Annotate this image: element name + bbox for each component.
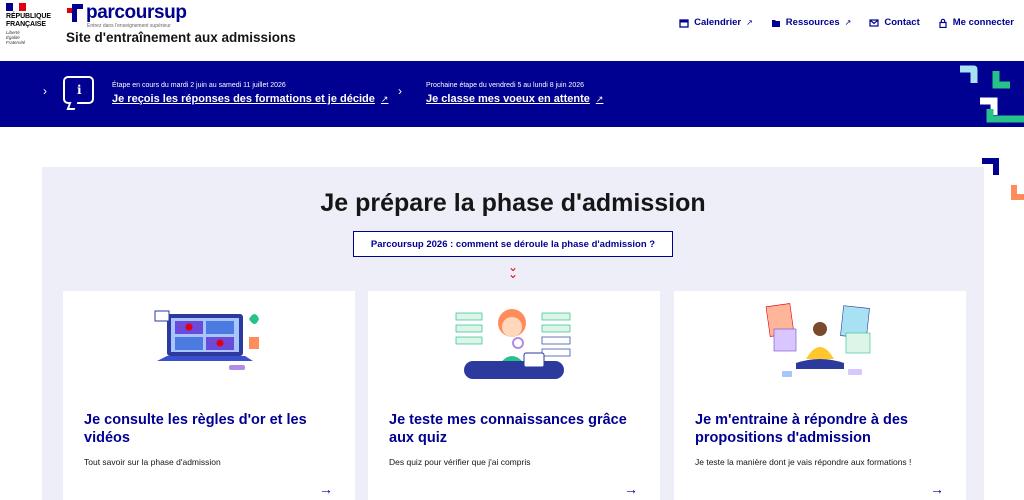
- mail-icon: [869, 18, 879, 28]
- page-title: Je prépare la phase d'admission: [320, 189, 706, 217]
- next-step-caption: Prochaine étape du vendredi 5 au lundi 8…: [426, 82, 585, 89]
- external-link-icon: ↗: [380, 94, 389, 104]
- folder-icon: [771, 18, 781, 28]
- card-title: Je m'entraine à répondre à des propositi…: [695, 412, 908, 446]
- nav-contact-label: Contact: [884, 17, 920, 28]
- card-description: Je teste la manière dont je vais répondr…: [695, 457, 912, 467]
- parcoursup-logo[interactable]: parcoursup Entrez dans l'enseignement su…: [66, 2, 187, 29]
- card-title: Je teste mes connaissances grâce aux qui…: [389, 412, 627, 446]
- calendar-icon: [679, 18, 689, 28]
- info-icon-tail: [66, 102, 78, 110]
- parcoursup-mark-icon: [67, 4, 83, 22]
- side-decoration: [982, 158, 1024, 200]
- nav-ressources-link[interactable]: Ressources ↗: [771, 17, 852, 28]
- gov-motto: Liberté Égalité Fraternité: [6, 30, 26, 45]
- banner-decoration: [960, 65, 1024, 123]
- next-step: Prochaine étape du vendredi 5 au lundi 8…: [426, 81, 603, 106]
- card-description: Tout savoir sur la phase d'admission: [84, 457, 221, 467]
- external-link-icon: ↗: [746, 18, 753, 27]
- republique-francaise-logo[interactable]: RÉPUBLIQUE FRANÇAISE Liberté Égalité Fra…: [6, 3, 58, 45]
- header: RÉPUBLIQUE FRANÇAISE Liberté Égalité Fra…: [0, 0, 1024, 61]
- card-quiz[interactable]: Je teste mes connaissances grâce aux qui…: [368, 291, 660, 500]
- chevron-right-icon: ›: [398, 84, 402, 98]
- arrow-right-icon: →: [624, 481, 638, 497]
- next-step-link-label: Je classe mes voeux en attente: [426, 93, 590, 105]
- card-admission-proposals[interactable]: Je m'entraine à répondre à des propositi…: [674, 291, 966, 500]
- lock-icon: [938, 18, 948, 28]
- card-rules-videos[interactable]: Je consulte les règles d'or et les vidéo…: [63, 291, 355, 500]
- brand-name: parcoursup: [86, 2, 187, 23]
- admission-panel: Je prépare la phase d'admission Parcours…: [42, 167, 984, 500]
- arrow-right-icon: →: [930, 481, 944, 497]
- info-icon: i: [63, 76, 94, 104]
- current-step-caption: Étape en cours du mardi 2 juin au samedi…: [112, 82, 286, 89]
- laptop-videos-illustration: [154, 310, 259, 370]
- current-step-link-label: Je reçois les réponses des formations et…: [112, 93, 375, 105]
- chevron-right-icon: ›: [43, 84, 47, 98]
- nav-login-link[interactable]: Me connecter: [938, 17, 1014, 28]
- quiz-illustration: [455, 309, 571, 379]
- steps-banner: › i Étape en cours du mardi 2 juin au sa…: [0, 61, 1024, 127]
- gov-name: RÉPUBLIQUE FRANÇAISE: [6, 13, 51, 28]
- next-step-link[interactable]: Je classe mes voeux en attente ↗: [426, 92, 603, 106]
- arrow-right-icon: →: [319, 481, 333, 497]
- current-step: Étape en cours du mardi 2 juin au samedi…: [112, 81, 388, 106]
- flag-icon: [6, 3, 27, 11]
- card-description: Des quiz pour vérifier que j'ai compris: [389, 457, 531, 467]
- admission-phase-button[interactable]: Parcoursup 2026 : comment se déroule la …: [353, 231, 673, 257]
- card-title: Je consulte les règles d'or et les vidéo…: [84, 412, 307, 446]
- current-step-link[interactable]: Je reçois les réponses des formations et…: [112, 92, 388, 106]
- chevrons-down-icon: ⌄ ⌄: [507, 260, 519, 281]
- nav-calendrier-label: Calendrier: [694, 17, 742, 28]
- nav-contact-link[interactable]: Contact: [869, 17, 920, 28]
- nav-calendrier-link[interactable]: Calendrier ↗: [679, 17, 753, 28]
- top-navigation: Calendrier ↗ Ressources ↗ Contact Me con…: [679, 17, 1014, 28]
- nav-login-label: Me connecter: [952, 17, 1014, 28]
- brand-tagline: Entrez dans l'enseignement supérieur: [87, 23, 171, 29]
- nav-ressources-label: Ressources: [785, 17, 840, 28]
- proposals-illustration: [765, 303, 871, 377]
- site-title: Site d'entraînement aux admissions: [66, 30, 296, 45]
- external-link-icon: ↗: [844, 18, 852, 27]
- external-link-icon: ↗: [595, 94, 604, 104]
